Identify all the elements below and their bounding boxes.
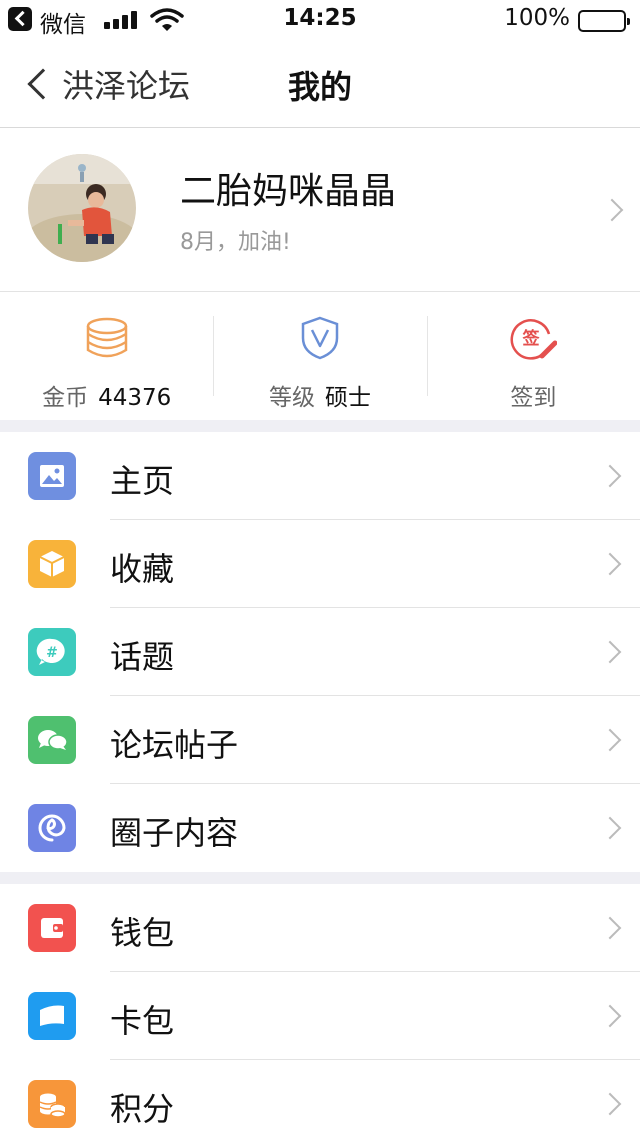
stat-coins-label: 金币 xyxy=(42,385,89,411)
menu-item-circle-content[interactable]: 圈子内容 xyxy=(0,784,640,872)
menu-item-forum-posts[interactable]: 论坛帖子 xyxy=(0,696,640,784)
menu-item-label: 圈子内容 xyxy=(110,814,239,852)
menu-item-wallet[interactable]: 钱包 xyxy=(0,884,640,972)
svg-text:#: # xyxy=(46,645,58,661)
chevron-right-icon xyxy=(598,464,622,488)
stat-coins[interactable]: 金币 44376 xyxy=(0,292,213,420)
profile-name: 二胎妈咪晶晶 xyxy=(180,171,397,212)
menu-item-label: 话题 xyxy=(110,638,175,676)
coin-stack-icon xyxy=(28,1080,76,1128)
avatar[interactable] xyxy=(28,154,136,262)
profile-card[interactable]: 二胎妈咪晶晶 8月，加油! xyxy=(0,128,640,292)
menu-item-card-wallet[interactable]: 卡包 xyxy=(0,972,640,1060)
swirl-icon xyxy=(28,804,76,852)
coins-icon xyxy=(86,317,127,358)
chevron-right-icon xyxy=(598,640,622,664)
chat-bubbles-icon xyxy=(28,716,76,764)
stat-level-value: 硕士 xyxy=(324,385,371,411)
status-bar: 微信 14:25 100% xyxy=(0,0,640,40)
sign-in-icon: 签 xyxy=(510,319,558,360)
menu-item-topics[interactable]: # 话题 xyxy=(0,608,640,696)
chevron-right-icon xyxy=(598,728,622,752)
chevron-right-icon xyxy=(598,552,622,576)
shield-v-icon xyxy=(301,316,339,360)
menu-item-label: 论坛帖子 xyxy=(110,726,239,764)
stats-bar: 金币 44376 等级 硕士 签 签到 xyxy=(0,292,640,420)
wallet-icon xyxy=(28,904,76,952)
picture-icon xyxy=(28,452,76,500)
stat-sign-in[interactable]: 签 签到 xyxy=(426,292,640,420)
battery-percent: 100% xyxy=(504,5,570,31)
chevron-right-icon xyxy=(598,916,622,940)
menu-group-2: 钱包 卡包 积分 xyxy=(0,884,640,1136)
card-icon xyxy=(28,992,76,1040)
profile-subtitle: 8月，加油! xyxy=(180,230,291,255)
stat-level-label: 等级 xyxy=(268,385,315,411)
menu-item-label: 收藏 xyxy=(110,550,175,588)
battery-icon xyxy=(578,10,630,32)
nav-bar: 洪泽论坛 我的 xyxy=(0,40,640,128)
stat-level[interactable]: 等级 硕士 xyxy=(213,292,426,420)
menu-item-points[interactable]: 积分 xyxy=(0,1060,640,1136)
menu-item-label: 卡包 xyxy=(110,1002,175,1040)
menu-item-label: 主页 xyxy=(110,462,175,500)
menu-item-favorites[interactable]: 收藏 xyxy=(0,520,640,608)
menu-group-1: 主页 收藏 # 话题 论坛帖子 圈子内容 xyxy=(0,432,640,872)
svg-text:签: 签 xyxy=(522,328,541,349)
menu-item-label: 积分 xyxy=(110,1090,175,1128)
chevron-right-icon xyxy=(598,816,622,840)
hashtag-bubble-icon: # xyxy=(28,628,76,676)
stat-coins-value: 44376 xyxy=(98,385,172,411)
box-icon xyxy=(28,540,76,588)
chevron-right-icon xyxy=(598,1004,622,1028)
page-title: 我的 xyxy=(287,68,352,106)
menu-item-home[interactable]: 主页 xyxy=(0,432,640,520)
menu-item-label: 钱包 xyxy=(110,914,175,952)
chevron-right-icon xyxy=(598,1092,622,1116)
stat-sign-in-label: 签到 xyxy=(510,385,557,411)
chevron-right-icon xyxy=(600,198,624,222)
